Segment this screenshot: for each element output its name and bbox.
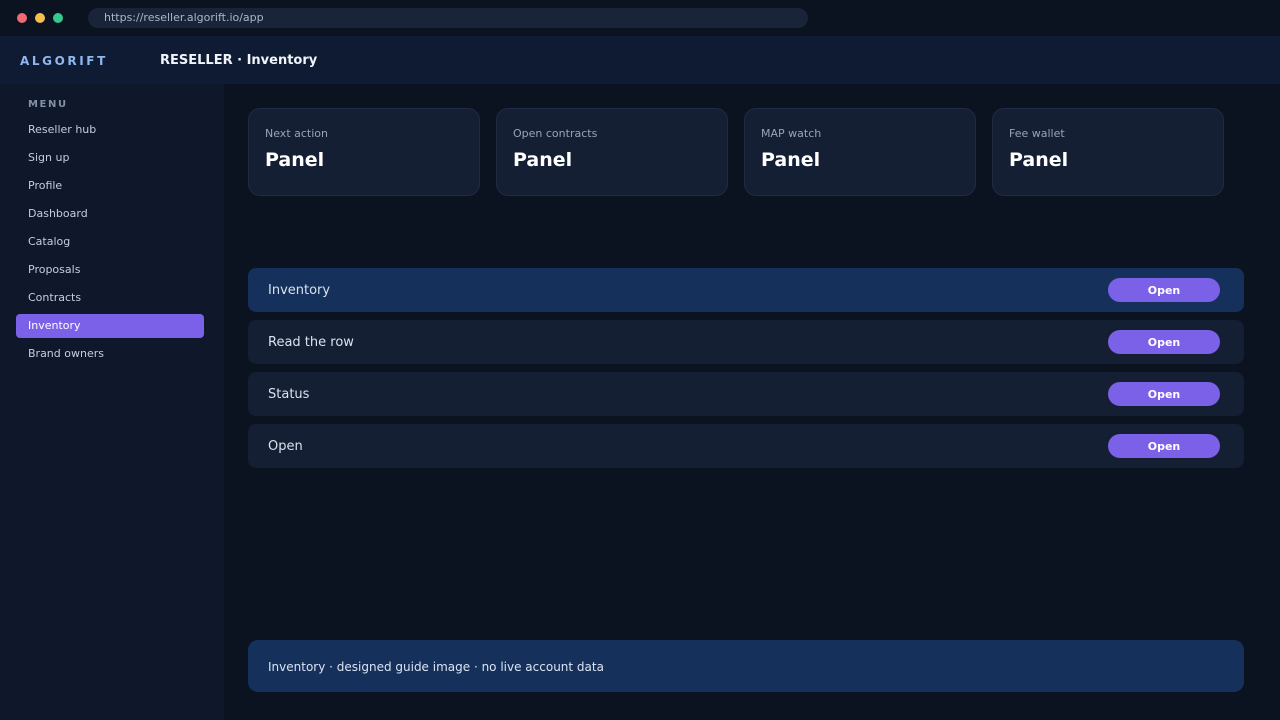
maximize-window-dot[interactable]: [53, 13, 63, 23]
row-label: Open: [268, 439, 303, 454]
card-value: Panel: [761, 149, 821, 171]
sidebar: MENU Reseller hub Sign up Profile Dashbo…: [0, 84, 224, 720]
card-value: Panel: [513, 149, 573, 171]
sidebar-item-catalog[interactable]: Catalog: [16, 230, 204, 254]
close-window-dot[interactable]: [17, 13, 27, 23]
open-button[interactable]: Open: [1108, 278, 1220, 302]
open-button[interactable]: Open: [1108, 434, 1220, 458]
open-button[interactable]: Open: [1108, 382, 1220, 406]
minimize-window-dot[interactable]: [35, 13, 45, 23]
card-label: Open contracts: [513, 127, 598, 140]
row-label: Inventory: [268, 283, 331, 298]
footer-note: Inventory · designed guide image · no li…: [248, 640, 1244, 692]
sidebar-item-contracts[interactable]: Contracts: [16, 286, 204, 310]
sidebar-item-reseller-hub[interactable]: Reseller hub: [16, 118, 204, 142]
list-row-status[interactable]: Status Open: [248, 372, 1244, 416]
card-value: Panel: [265, 149, 325, 171]
card-label: Next action: [265, 127, 328, 140]
sidebar-item-profile[interactable]: Profile: [16, 174, 204, 198]
row-label: Status: [268, 387, 310, 402]
brand-logo[interactable]: ALGORIFT: [20, 36, 108, 84]
browser-chrome: https://reseller.algorift.io/app: [0, 0, 1280, 36]
summary-card-open-contracts[interactable]: Open contracts Panel: [496, 108, 728, 196]
sidebar-nav: Reseller hub Sign up Profile Dashboard C…: [16, 118, 204, 370]
sidebar-item-sign-up[interactable]: Sign up: [16, 146, 204, 170]
card-label: MAP watch: [761, 127, 822, 140]
summary-card-fee-wallet[interactable]: Fee wallet Panel: [992, 108, 1224, 196]
open-button[interactable]: Open: [1108, 330, 1220, 354]
main-content: Next action Panel Open contracts Panel M…: [224, 84, 1280, 720]
summary-card-next-action[interactable]: Next action Panel: [248, 108, 480, 196]
sidebar-item-brand-owners[interactable]: Brand owners: [16, 342, 204, 366]
row-label: Read the row: [268, 335, 354, 350]
sidebar-item-inventory[interactable]: Inventory: [16, 314, 204, 338]
sidebar-item-proposals[interactable]: Proposals: [16, 258, 204, 282]
list-row-read-the-row[interactable]: Read the row Open: [248, 320, 1244, 364]
page-title: RESELLER · Inventory: [160, 53, 318, 68]
app-header: ALGORIFT RESELLER · Inventory: [0, 36, 1280, 84]
list-row-open[interactable]: Open Open: [248, 424, 1244, 468]
list-row-inventory[interactable]: Inventory Open: [248, 268, 1244, 312]
sidebar-item-dashboard[interactable]: Dashboard: [16, 202, 204, 226]
menu-heading: MENU: [28, 99, 68, 110]
summary-card-map-watch[interactable]: MAP watch Panel: [744, 108, 976, 196]
address-bar[interactable]: https://reseller.algorift.io/app: [88, 8, 808, 28]
card-label: Fee wallet: [1009, 127, 1065, 140]
card-value: Panel: [1009, 149, 1069, 171]
